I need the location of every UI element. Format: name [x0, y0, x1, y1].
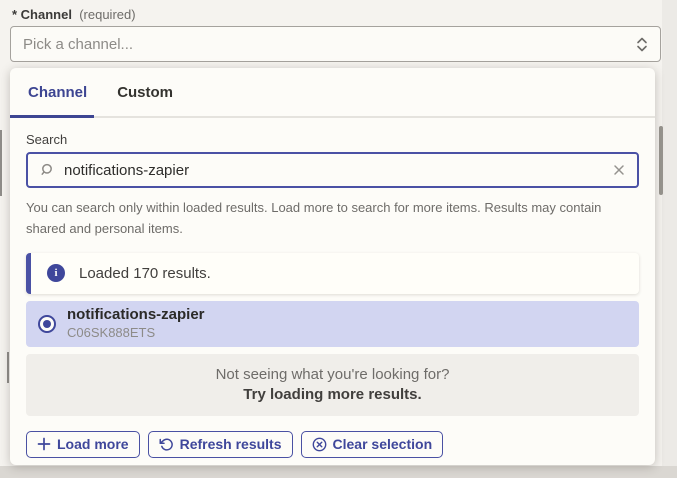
hint-question: Not seeing what you're looking for? [216, 366, 450, 383]
channel-option-selected[interactable]: notifications-zapier C06SK888ETS [26, 301, 639, 347]
search-label: Search [26, 132, 639, 147]
info-icon: i [47, 264, 65, 282]
refresh-results-label: Refresh results [180, 436, 282, 452]
action-buttons: Load more Refresh results Clear s [26, 431, 639, 458]
field-required-note: (required) [79, 7, 135, 22]
search-icon [39, 162, 55, 178]
option-texts: notifications-zapier C06SK888ETS [67, 306, 205, 341]
dropdown-content: Search You can search only within loa [10, 132, 655, 458]
up-down-chevron-icon [636, 37, 648, 52]
clear-search-icon[interactable] [612, 163, 626, 177]
scrollbar-thumb[interactable] [659, 126, 663, 195]
hint-suggestion: Try loading more results. [243, 386, 421, 403]
plus-icon [37, 437, 51, 451]
page-background-right [662, 0, 677, 478]
active-tab-underline [10, 115, 94, 118]
background-element-edge [7, 352, 9, 383]
refresh-results-button[interactable]: Refresh results [148, 431, 293, 458]
load-more-hint: Not seeing what you're looking for? Try … [26, 354, 639, 416]
refresh-icon [159, 437, 174, 452]
field-label: * Channel (required) [12, 7, 136, 22]
tab-custom[interactable]: Custom [117, 84, 173, 101]
dropdown-tabs: Channel Custom [10, 68, 655, 118]
clear-selection-button[interactable]: Clear selection [301, 431, 444, 458]
search-input[interactable] [64, 162, 603, 179]
search-helper-text: You can search only within loaded result… [26, 197, 626, 240]
search-field [26, 152, 639, 188]
channel-select[interactable]: Pick a channel... [10, 26, 661, 62]
channel-picker-screen: * Channel (required) Pick a channel... C… [0, 0, 677, 478]
loaded-results-alert: i Loaded 170 results. [26, 253, 639, 294]
load-more-label: Load more [57, 436, 129, 452]
clear-selection-label: Clear selection [333, 436, 433, 452]
tab-channel[interactable]: Channel [28, 84, 87, 101]
field-label-text: * Channel [12, 7, 72, 22]
channel-select-placeholder: Pick a channel... [23, 36, 636, 53]
page-background-bottom [0, 466, 677, 478]
option-id: C06SK888ETS [67, 325, 205, 341]
channel-dropdown-panel: Channel Custom Search [10, 68, 655, 465]
x-circle-icon [312, 437, 327, 452]
load-more-button[interactable]: Load more [26, 431, 140, 458]
radio-selected-icon[interactable] [38, 315, 56, 333]
loaded-results-text: Loaded 170 results. [79, 265, 211, 282]
background-element-edge [0, 130, 2, 196]
option-name: notifications-zapier [67, 306, 205, 325]
